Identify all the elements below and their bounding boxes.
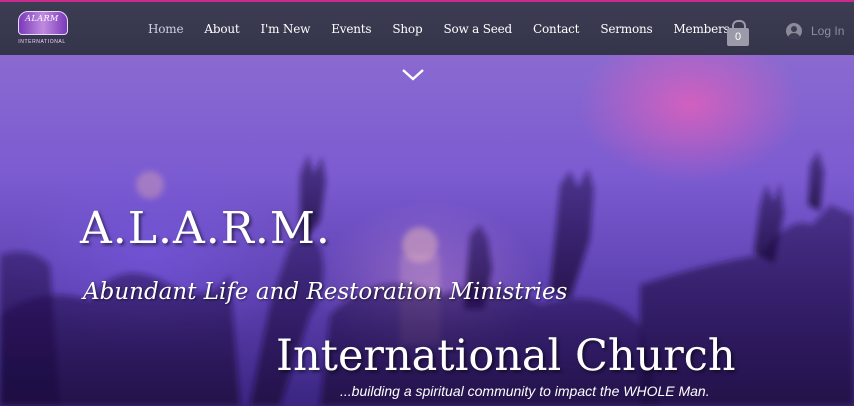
nav-item-events[interactable]: Events [331, 22, 371, 36]
nav-item-sow-a-seed[interactable]: Sow a Seed [443, 22, 512, 36]
site-logo[interactable]: ALARM INTERNATIONAL [14, 9, 70, 49]
hero-banner: A.L.A.R.M. Abundant Life and Restoration… [0, 55, 854, 406]
hero-title: A.L.A.R.M. [80, 203, 331, 254]
nav-item-home[interactable]: Home [148, 22, 184, 36]
nav-item-im-new[interactable]: I'm New [261, 22, 311, 36]
hero-tagline: ...building a spiritual community to imp… [340, 383, 710, 399]
hero-church-name: International Church [276, 331, 736, 381]
cart-count: 0 [734, 31, 742, 43]
avatar-icon [786, 23, 802, 39]
site-header: ALARM INTERNATIONAL Home About I'm New E… [0, 2, 854, 55]
chevron-down-icon[interactable] [402, 69, 424, 81]
nav-item-sermons[interactable]: Sermons [600, 22, 652, 36]
main-nav: Home About I'm New Events Shop Sow a See… [148, 2, 751, 55]
nav-item-members[interactable]: Members [673, 22, 729, 36]
login-label: Log In [811, 24, 845, 38]
logo-subtext: INTERNATIONAL [18, 39, 66, 45]
nav-item-contact[interactable]: Contact [533, 22, 579, 36]
logo-text: ALARM [25, 14, 59, 23]
hero-subtitle: Abundant Life and Restoration Ministries [83, 279, 568, 305]
login-button[interactable]: Log In [786, 23, 844, 39]
nav-item-shop[interactable]: Shop [392, 22, 422, 36]
cart-button[interactable]: 0 [727, 20, 749, 46]
nav-item-about[interactable]: About [204, 22, 239, 36]
